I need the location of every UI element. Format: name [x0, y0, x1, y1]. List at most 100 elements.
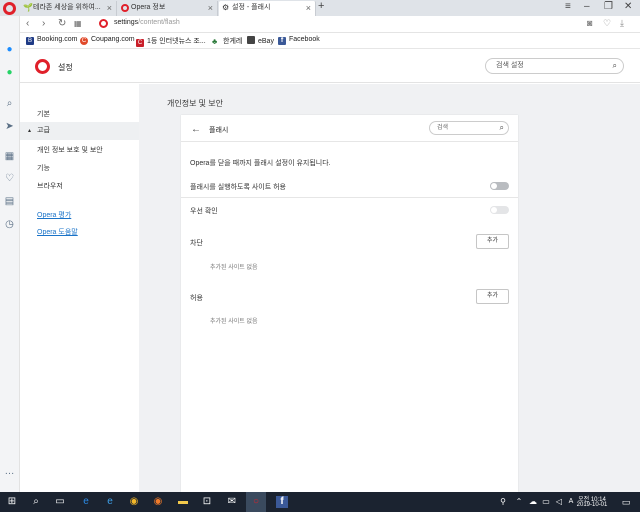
card-search-input[interactable]: 검색 ⌕ — [429, 121, 509, 135]
bookmark-hangyeore[interactable]: ♣ 한게레 — [212, 36, 242, 46]
opera-menu-icon[interactable] — [3, 2, 16, 15]
search-icon: ⌕ — [499, 123, 504, 132]
download-icon[interactable]: ⤓ — [620, 18, 624, 29]
address-bar: ‹ › ↻ ▦ settings/content/flash ◙ ♡ ⤓ — [20, 16, 640, 33]
heart-icon[interactable]: ♡ — [4, 173, 15, 184]
rate-opera-link[interactable]: Opera 평가 — [37, 210, 71, 220]
volume-icon[interactable]: ◁ — [553, 496, 565, 508]
allow-label: 허용 — [190, 295, 203, 302]
sprout-icon: 🌱 — [23, 3, 33, 12]
nav-features[interactable]: 기능 — [37, 163, 50, 173]
facebook-icon[interactable]: f — [276, 496, 288, 508]
person-icon[interactable]: ⚲ — [497, 496, 509, 508]
tab-settings-flash[interactable]: ⚙ 설정 - 플래시 × — [219, 1, 316, 16]
opera-help-link[interactable]: Opera 도움말 — [37, 227, 78, 237]
notification-icon[interactable]: ▭ — [620, 496, 632, 508]
tab-opera-info[interactable]: Opera 정보 × — [118, 1, 218, 16]
nav-privacy[interactable]: 개인 정보 보호 및 보안 — [37, 145, 103, 155]
cloud-icon[interactable]: ☁ — [527, 496, 539, 508]
flash-info-text: Opera를 닫을 때까지 플래시 설정이 유지됩니다. — [190, 160, 331, 167]
close-tab-icon[interactable]: × — [208, 1, 213, 15]
messenger-icon[interactable]: ● — [4, 44, 15, 55]
opera-logo-icon — [35, 59, 50, 74]
bookmarks-bar: B Booking.com C Coupang.com C 1등 인터넷뉴스 조...… — [20, 34, 640, 49]
speed-dial-icon[interactable]: ▦ — [4, 151, 15, 162]
allow-empty-text: 추가된 사이트 없음 — [210, 319, 258, 325]
allow-flash-toggle[interactable] — [490, 182, 509, 190]
facebook-icon: f — [278, 37, 286, 45]
close-tab-icon[interactable]: × — [306, 1, 311, 15]
news-icon: C — [136, 39, 144, 47]
more-icon[interactable]: … — [4, 466, 15, 477]
bookmark-facebook[interactable]: f Facebook — [278, 36, 320, 45]
bookmark-ebay[interactable]: eBay — [247, 36, 274, 45]
block-label: 차단 — [190, 240, 203, 247]
section-title: 개인정보 및 보안 — [167, 99, 223, 108]
search-icon[interactable]: ⌕ — [30, 496, 42, 508]
allow-add-button[interactable]: 추가 — [476, 289, 509, 304]
ie-icon[interactable]: e — [104, 496, 116, 508]
flash-settings-card: ← 플래시 검색 ⌕ Opera를 닫을 때까지 플래시 설정이 유지됩니다. … — [181, 115, 518, 492]
coupang-icon: C — [80, 37, 88, 45]
nav-advanced[interactable]: ▴ 고급 — [20, 122, 139, 140]
opera-sidebar: ● ● ⌕ ➤ ▦ ♡ ▤ ◷ … — [0, 16, 20, 492]
url-field[interactable]: settings/content/flash — [114, 19, 180, 26]
windows-start-icon[interactable]: ⊞ — [6, 496, 18, 508]
settings-nav: 기본 ▴ 고급 개인 정보 보호 및 보안 기능 브라우저 Opera 평가 O… — [20, 84, 139, 492]
search-icon[interactable]: ⌕ — [4, 98, 15, 109]
settings-header: 설정 검색 설정 ⌕ — [20, 50, 640, 83]
divider — [181, 141, 518, 142]
tab-menu-icon[interactable]: ≡ — [565, 1, 571, 12]
block-add-button[interactable]: 추가 — [476, 234, 509, 249]
mail-icon[interactable]: ✉ — [226, 496, 238, 508]
tab-terrazone[interactable]: 🌱 테라존 세상을 위하여... × — [20, 1, 117, 16]
new-tab-button[interactable]: + — [318, 0, 324, 12]
network-icon[interactable]: ▭ — [540, 496, 552, 508]
nav-browser[interactable]: 브라우저 — [37, 181, 63, 191]
windows-taskbar: ⊞ ⌕ ▭ e e ◉ ◉ ▬ ⊡ ✉ ○ f ⚲ ⌃ ☁ ▭ ◁ A 오전 1… — [0, 492, 640, 512]
minimize-button[interactable]: – — [584, 1, 590, 12]
card-title: 플래시 — [209, 127, 229, 134]
opera-icon — [121, 4, 129, 12]
maximize-button[interactable]: ❐ — [604, 1, 613, 12]
firefox-icon[interactable]: ◉ — [152, 496, 164, 508]
snapshot-icon[interactable]: ◙ — [587, 18, 592, 28]
taskbar-opera-active[interactable]: ○ — [246, 492, 266, 512]
clock-date[interactable]: 2019-10-01 — [572, 502, 612, 508]
search-icon: ⌕ — [612, 61, 617, 70]
speed-dial-icon[interactable]: ▦ — [74, 19, 82, 28]
ask-first-label: 우선 확인 — [190, 208, 218, 215]
gear-icon: ⚙ — [222, 3, 230, 12]
ask-first-toggle[interactable] — [490, 206, 509, 214]
chevron-up-icon[interactable]: ⌃ — [513, 496, 525, 508]
reload-button[interactable]: ↻ — [58, 18, 66, 29]
settings-search-input[interactable]: 검색 설정 ⌕ — [485, 58, 624, 74]
forward-button[interactable]: › — [42, 18, 45, 29]
page-title: 설정 — [58, 63, 73, 72]
tab-strip: 🌱 테라존 세상을 위하여... × Opera 정보 × ⚙ 설정 - 플래시… — [0, 0, 640, 16]
heart-icon[interactable]: ♡ — [603, 18, 611, 29]
ebay-icon — [247, 36, 255, 44]
booking-icon: B — [26, 37, 34, 45]
nav-basic[interactable]: 기본 — [37, 109, 50, 119]
opera-icon: ○ — [252, 496, 260, 507]
back-button[interactable]: ‹ — [26, 18, 29, 29]
hangyeore-icon: ♣ — [212, 37, 218, 46]
task-view-icon[interactable]: ▭ — [54, 496, 66, 508]
divider — [181, 197, 518, 198]
bookmark-booking[interactable]: B Booking.com — [26, 36, 77, 45]
back-arrow-icon[interactable]: ← — [191, 124, 201, 135]
whatsapp-icon[interactable]: ● — [4, 67, 15, 78]
store-icon[interactable]: ⊡ — [201, 496, 213, 508]
bookmark-news[interactable]: C 1등 인터넷뉴스 조... — [136, 36, 206, 47]
chrome-icon[interactable]: ◉ — [128, 496, 140, 508]
send-icon[interactable]: ➤ — [4, 121, 15, 132]
file-explorer-icon[interactable]: ▬ — [177, 496, 189, 508]
settings-main: 개인정보 및 보안 ← 플래시 검색 ⌕ Opera를 닫을 때까지 플래시 설… — [139, 84, 640, 492]
edge-icon[interactable]: e — [80, 496, 92, 508]
bookmark-coupang[interactable]: C Coupang.com — [80, 36, 135, 45]
history-icon[interactable]: ◷ — [4, 219, 15, 230]
news-icon[interactable]: ▤ — [4, 196, 15, 207]
close-window-button[interactable]: ✕ — [624, 1, 632, 12]
close-tab-icon[interactable]: × — [107, 1, 112, 15]
